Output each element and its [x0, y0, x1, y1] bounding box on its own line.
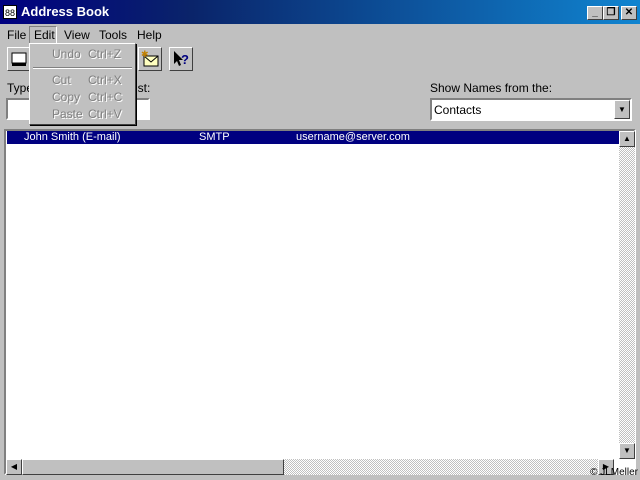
list-item[interactable]: John Smith (E-mail) SMTP username@server…: [7, 131, 619, 144]
show-names-select[interactable]: Contacts: [430, 98, 632, 121]
search-label-tail: ist:: [135, 81, 151, 95]
menu-help[interactable]: Help: [134, 27, 165, 43]
menu-separator: [33, 67, 132, 69]
show-names-value: Contacts: [434, 103, 482, 117]
copyright-text: © JLMeller: [590, 467, 638, 478]
paste-label: Paste: [52, 107, 83, 121]
undo-label: Undo: [52, 47, 81, 61]
copy-shortcut: Ctrl+C: [88, 90, 123, 104]
whats-this-icon: ?: [174, 51, 189, 67]
new-message-button[interactable]: ✱: [138, 47, 162, 71]
svg-text:?: ?: [181, 52, 189, 67]
menu-file[interactable]: File: [4, 27, 29, 43]
scroll-down-button[interactable]: ▼: [619, 443, 635, 459]
paste-shortcut: Ctrl+V: [88, 107, 122, 121]
new-entry-icon: [11, 52, 27, 66]
menu-tools[interactable]: Tools: [96, 27, 130, 43]
cut-shortcut: Ctrl+X: [88, 73, 122, 87]
copy-label: Copy: [52, 90, 81, 104]
window-title: Address Book: [21, 4, 110, 19]
whats-this-button[interactable]: ?: [169, 47, 193, 71]
address-book-app-icon[interactable]: 88: [3, 5, 17, 19]
vertical-scroll-track[interactable]: [619, 147, 635, 444]
new-entry-button[interactable]: [7, 47, 31, 71]
restore-icon: ❐: [606, 7, 616, 18]
minimize-button[interactable]: _: [587, 6, 603, 20]
show-names-label-text: Show Names from the:: [430, 81, 553, 95]
menu-view[interactable]: View: [61, 27, 93, 43]
chevron-down-icon: ▼: [618, 105, 626, 114]
menu-item-cut[interactable]: Cut Ctrl+X: [30, 72, 135, 88]
menu-item-undo[interactable]: Undo Ctrl+Z: [30, 46, 135, 62]
contact-type: SMTP: [199, 131, 230, 143]
menu-item-copy[interactable]: Copy Ctrl+C: [30, 89, 135, 105]
close-button[interactable]: ✕: [621, 6, 637, 20]
menu-edit-label: Edit: [34, 28, 55, 42]
show-names-dropdown-button[interactable]: ▼: [614, 100, 630, 119]
new-message-icon: ✱: [141, 49, 159, 67]
contact-name: John Smith (E-mail): [24, 131, 121, 143]
show-names-label: Show Names from the:: [430, 81, 552, 95]
menu-item-paste[interactable]: Paste Ctrl+V: [30, 106, 135, 122]
arrow-down-icon: ▼: [623, 446, 631, 455]
close-icon: ✕: [624, 7, 634, 18]
cut-label: Cut: [52, 73, 71, 87]
scroll-up-button[interactable]: ▲: [619, 131, 635, 147]
scroll-left-button[interactable]: ◀: [6, 459, 22, 475]
arrow-left-icon: ◀: [10, 462, 18, 471]
restore-button[interactable]: ❐: [603, 6, 619, 20]
svg-text:✱: ✱: [141, 49, 149, 59]
contact-address: username@server.com: [296, 131, 410, 143]
arrow-up-icon: ▲: [623, 134, 631, 143]
undo-shortcut: Ctrl+Z: [88, 47, 121, 61]
menu-edit[interactable]: Edit: [29, 26, 57, 44]
edit-menu-dropdown: Undo Ctrl+Z Cut Ctrl+X Copy Ctrl+C Paste…: [29, 43, 136, 125]
address-list[interactable]: [4, 129, 636, 475]
minimize-icon: _: [592, 7, 598, 18]
horizontal-scroll-thumb[interactable]: [22, 459, 284, 475]
